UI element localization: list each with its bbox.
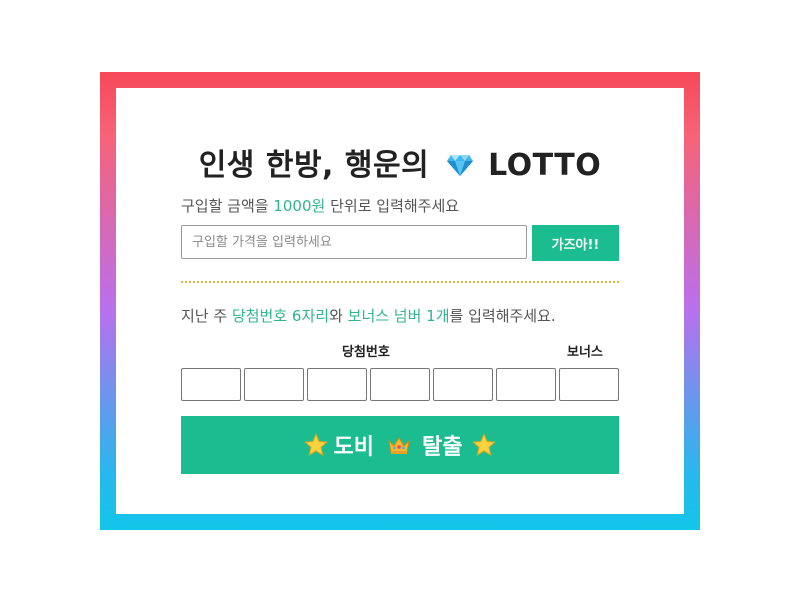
title-text: 인생 한방, 행운의: [198, 148, 430, 183]
gradient-frame: 인생 한방, 행운의 LOTTO 구입할 금액을 1000원 단위로 입력해주세…: [100, 72, 700, 530]
bonus-number-label: 보너스: [567, 345, 603, 360]
purchase-amount-unit: 1000원: [273, 197, 326, 215]
purchase-amount-input[interactable]: [181, 225, 527, 259]
winning-instruction-mid: 와: [329, 307, 348, 325]
purchase-instruction: 구입할 금액을 1000원 단위로 입력해주세요: [181, 196, 459, 216]
star-icon: [472, 433, 497, 456]
bonus-number-input[interactable]: [559, 368, 619, 401]
winning-numbers-label: 당첨번호: [342, 345, 390, 360]
purchase-submit-button[interactable]: 가즈아!!: [532, 225, 619, 261]
escape-button-word2: 탈출: [422, 435, 463, 460]
purchase-instruction-post: 단위로 입력해주세요: [325, 197, 460, 215]
title-brand: LOTTO: [488, 148, 602, 183]
winning-instruction-pre: 지난 주: [181, 307, 232, 325]
section-divider: [181, 281, 619, 283]
page-title: 인생 한방, 행운의 LOTTO: [116, 146, 684, 186]
winning-number-input-1[interactable]: [181, 368, 241, 401]
escape-button[interactable]: 도비 탈출: [181, 416, 619, 474]
winning-number-input-5[interactable]: [433, 368, 493, 401]
winning-instruction-post: 를 입력해주세요.: [449, 307, 556, 325]
escape-button-word1: 도비: [333, 435, 374, 460]
purchase-instruction-pre: 구입할 금액을: [181, 197, 274, 215]
lotto-card: 인생 한방, 행운의 LOTTO 구입할 금액을 1000원 단위로 입력해주세…: [116, 88, 684, 514]
crown-icon: [388, 437, 410, 454]
winning-instruction: 지난 주 당첨번호 6자리와 보너스 넘버 1개를 입력해주세요.: [181, 306, 556, 326]
winning-number-input-4[interactable]: [370, 368, 430, 401]
winning-number-input-2[interactable]: [244, 368, 304, 401]
star-icon: [303, 433, 328, 456]
winning-instruction-numbers: 당첨번호 6자리: [231, 307, 330, 325]
winning-number-input-6[interactable]: [496, 368, 556, 401]
winning-number-input-3[interactable]: [307, 368, 367, 401]
winning-instruction-bonus: 보너스 넘버 1개: [347, 307, 450, 325]
diamond-icon: [447, 155, 474, 176]
